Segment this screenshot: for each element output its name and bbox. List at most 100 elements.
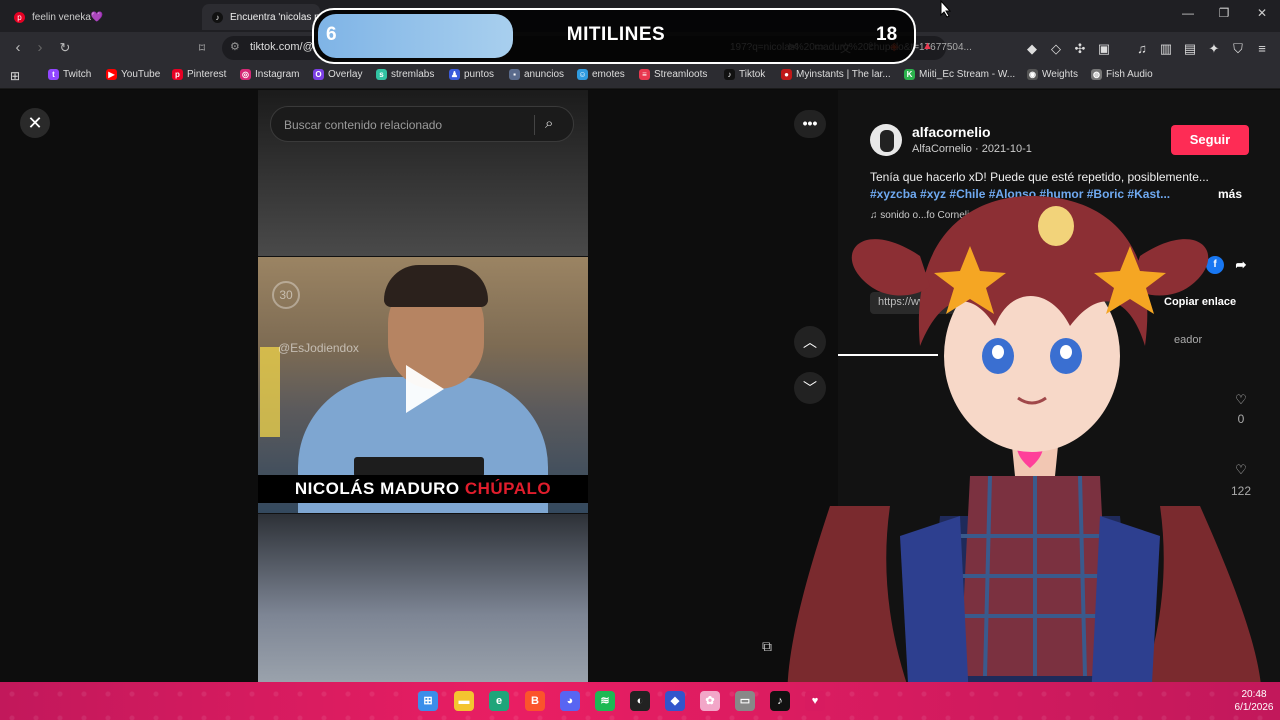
- author-username[interactable]: alfacornelio: [912, 124, 991, 140]
- streamloots-icon: ≡: [639, 69, 650, 80]
- counter-goal: 18: [876, 24, 898, 45]
- more-options-icon[interactable]: •••: [794, 110, 826, 138]
- tab-feelin-veneka[interactable]: p feelin veneka💜: [4, 4, 200, 30]
- follow-button[interactable]: Seguir: [1171, 125, 1249, 155]
- tab-label: Encuentra 'nicolas ma: [230, 11, 320, 23]
- counter-current: 6: [326, 24, 337, 45]
- bookmark-pinterest[interactable]: p Pinterest: [172, 69, 226, 80]
- author-avatar[interactable]: [870, 124, 902, 156]
- bookmark-label: emotes: [592, 69, 625, 80]
- bookmark-fish-audio[interactable]: ◍ Fish Audio: [1091, 69, 1153, 80]
- search-icon[interactable]: ⌕: [545, 115, 553, 132]
- file-explorer-icon[interactable]: ▬: [454, 691, 474, 711]
- bookmark-streamloots[interactable]: ≡ Streamloots: [639, 69, 707, 80]
- leo-ai-icon[interactable]: ✦: [1206, 41, 1222, 57]
- bookmark-label: puntos: [464, 69, 495, 80]
- mouse-cursor-icon: [940, 0, 952, 18]
- edge-browser-icon[interactable]: e: [489, 691, 509, 711]
- app-pink-icon[interactable]: ✿: [700, 691, 720, 711]
- search-input[interactable]: Buscar contenido relacionado: [284, 118, 442, 132]
- windows-start-icon[interactable]: ⊞: [418, 691, 438, 711]
- weights-icon: ◉: [1027, 69, 1038, 80]
- bookmark-stremlabs[interactable]: s stremlabs: [376, 69, 434, 80]
- background-lamp: [260, 347, 280, 437]
- menu-icon[interactable]: ≡: [1254, 41, 1270, 56]
- bookmark-twitch[interactable]: t Twitch: [48, 69, 91, 80]
- video-counter-badge: 30: [272, 281, 300, 309]
- bookmark-label: anuncios: [524, 69, 565, 80]
- bookmark-youtube[interactable]: ▶ YouTube: [106, 69, 160, 80]
- app-heart-icon[interactable]: ♥: [805, 691, 825, 711]
- video-column: Buscar contenido relacionado ⌕ 30 @EsJod…: [258, 90, 588, 682]
- url-host: tiktok.com/@: [250, 41, 314, 53]
- discord-icon[interactable]: ◕: [560, 691, 580, 711]
- bookmark-label: Pinterest: [187, 69, 227, 80]
- avatar-eye-highlight-right: [1060, 345, 1072, 359]
- bookmark-puntos[interactable]: ♟ puntos: [449, 69, 494, 80]
- bookmark-myinstants[interactable]: ● Myinstants | The lar...: [781, 69, 891, 80]
- myinstants-icon: ●: [781, 69, 792, 80]
- bookmark-anuncios[interactable]: ▪ anuncios: [509, 69, 564, 80]
- video-player[interactable]: 30 @EsJodiendox NICOLÁS MADURO CHÚPALO: [258, 257, 588, 513]
- bookmark-overlay[interactable]: O Overlay: [313, 69, 362, 80]
- streamlabs-icon: s: [376, 69, 387, 80]
- reload-icon[interactable]: ↻: [55, 38, 75, 58]
- apps-grid-icon[interactable]: ⊞: [10, 69, 20, 83]
- anuncios-icon: ▪: [509, 69, 520, 80]
- tiktok-taskbar-icon[interactable]: ♪: [770, 691, 790, 711]
- extension-diamond-icon[interactable]: ◇: [1048, 41, 1064, 57]
- fish-audio-icon: ◍: [1091, 69, 1102, 80]
- bookmark-label: Miiti_Ec Stream - W...: [919, 69, 1016, 80]
- wallet-icon[interactable]: ▤: [1182, 41, 1198, 57]
- app-gray-icon[interactable]: ▭: [735, 691, 755, 711]
- extension-mask-icon[interactable]: ◆: [1024, 41, 1040, 57]
- search-divider: [534, 115, 535, 135]
- close-window-button[interactable]: ✕: [1248, 6, 1276, 20]
- minimize-button[interactable]: —: [1174, 6, 1202, 20]
- app-blue-icon[interactable]: ◆: [665, 691, 685, 711]
- extensions-puzzle-icon[interactable]: ✣: [1072, 41, 1088, 57]
- avatar-eye-highlight-left: [992, 345, 1004, 359]
- obs-icon[interactable]: ◐: [630, 691, 650, 711]
- bookmark-label: Twitch: [63, 69, 92, 80]
- bookmark-label: Weights: [1042, 69, 1078, 80]
- maximize-button[interactable]: ❐: [1210, 6, 1238, 20]
- site-info-icon[interactable]: ⚙: [230, 40, 240, 53]
- pinterest-icon: p: [172, 69, 183, 80]
- video-watermark: @EsJodiendox: [278, 341, 359, 355]
- overlay-icon: O: [313, 69, 324, 80]
- avatar-twintail-left: [851, 239, 930, 296]
- sidebar-icon[interactable]: ▥: [1158, 41, 1174, 57]
- extension-box-icon[interactable]: ▣: [1096, 41, 1112, 57]
- windows-taskbar: ⊞ ▬ e B ◕ ≋ ◐ ◆ ✿ ▭ ♪ ♥ 20:48 6/1/2026: [0, 682, 1280, 720]
- brave-browser-icon[interactable]: B: [525, 691, 545, 711]
- close-video-button[interactable]: ✕: [20, 108, 50, 138]
- tiktok-icon: ♪: [212, 11, 223, 23]
- counter-progress-fill: [318, 14, 513, 58]
- back-icon[interactable]: ‹: [8, 38, 28, 58]
- next-video-preview[interactable]: [258, 514, 588, 682]
- bookmarks-bar: ⊞ t Twitch ▶ YouTube p Pinterest ◎ Instagram…: [0, 64, 1280, 89]
- system-clock[interactable]: 20:48 6/1/2026: [1232, 688, 1276, 714]
- related-search-bar[interactable]: Buscar contenido relacionado ⌕: [270, 106, 574, 142]
- bookmark-label: stremlabs: [391, 69, 435, 80]
- tab-tiktok-search[interactable]: ♪ Encuentra 'nicolas ma: [202, 4, 320, 30]
- bookmark-label: Instagram: [255, 69, 300, 80]
- bookmark-icon[interactable]: ⌑: [192, 38, 212, 58]
- emotes-icon: ☺: [577, 69, 588, 80]
- bookmark-weights[interactable]: ◉ Weights: [1027, 69, 1078, 80]
- instagram-icon: ◎: [240, 69, 251, 80]
- media-icon[interactable]: ♫: [1134, 41, 1150, 56]
- bookmark-emotes[interactable]: ☺ emotes: [577, 69, 625, 80]
- bookmark-tiktok[interactable]: ♪ Tiktok: [724, 69, 765, 80]
- bookmark-instagram[interactable]: ◎ Instagram: [240, 69, 299, 80]
- tab-label: feelin veneka💜: [32, 11, 104, 23]
- vtuber-avatar-overlay: [787, 196, 1262, 720]
- spotify-icon[interactable]: ≋: [595, 691, 615, 711]
- bookmark-miiti-stream[interactable]: K Miiti_Ec Stream - W...: [904, 69, 1015, 80]
- play-icon[interactable]: [406, 365, 444, 413]
- puntos-icon: ♟: [449, 69, 460, 80]
- forward-icon[interactable]: ›: [30, 38, 50, 58]
- vpn-icon[interactable]: ⛉: [1230, 41, 1246, 57]
- brave-rewards-icon[interactable]: ▲: [922, 40, 933, 52]
